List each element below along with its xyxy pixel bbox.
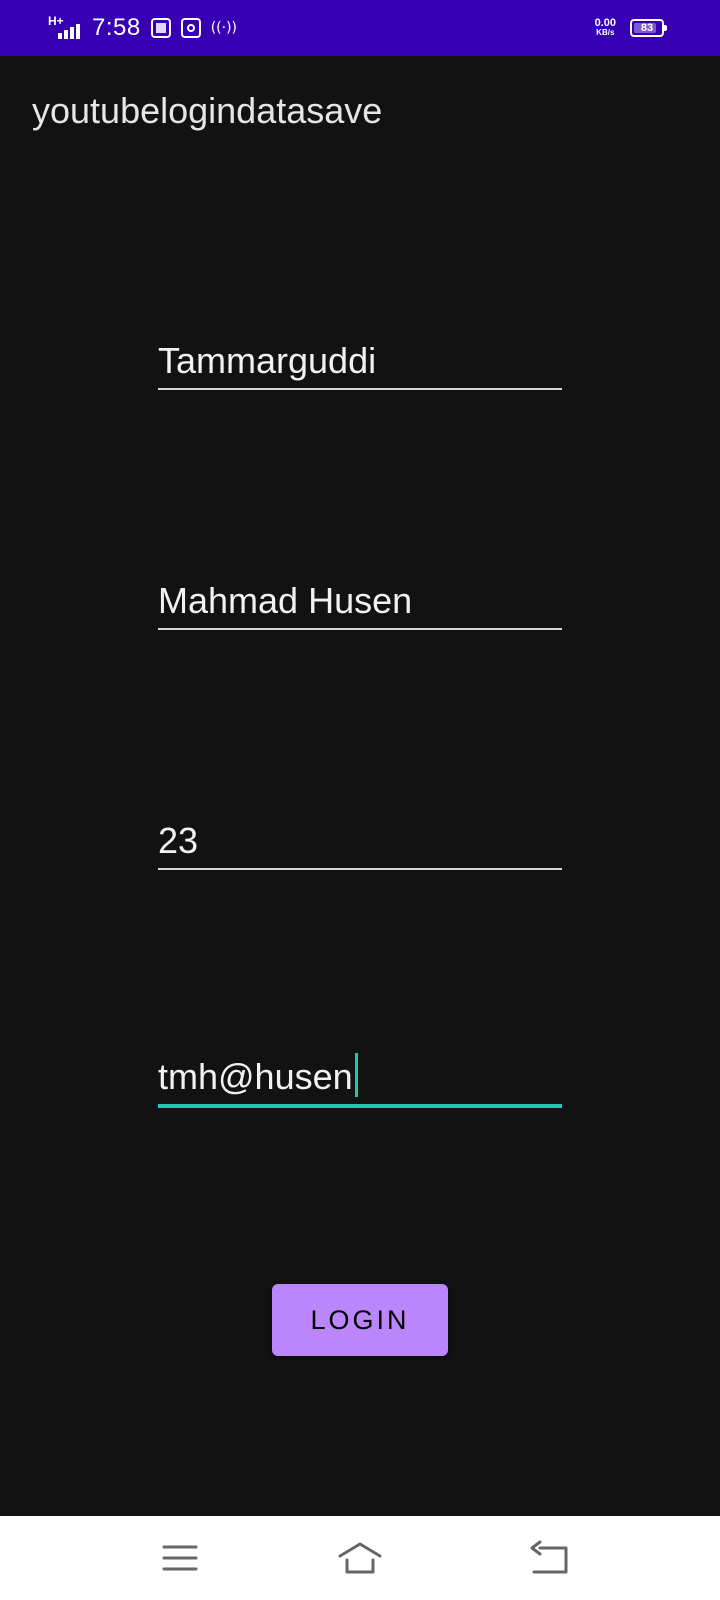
status-right: 0.00 KB/s 83 — [595, 12, 667, 44]
sim-notification-icon — [150, 18, 171, 38]
back-icon[interactable] — [528, 1536, 572, 1580]
last-name-field[interactable]: Mahmad Husen — [158, 574, 562, 630]
status-bar: H+ 7:58 ((·)) 0.00 KB/s 83 — [0, 0, 720, 56]
status-left: H+ 7:58 ((·)) — [48, 10, 237, 46]
age-field[interactable]: 23 — [158, 814, 562, 870]
first-name-field[interactable]: Tammarguddi — [158, 334, 562, 390]
battery-icon: 83 — [630, 19, 667, 37]
instagram-icon — [180, 18, 201, 38]
network-type: H+ — [48, 14, 64, 28]
login-button[interactable]: LOGIN — [272, 1284, 448, 1356]
email-value: tmh@husen — [158, 1056, 353, 1097]
navigation-bar — [0, 1516, 720, 1600]
battery-level: 83 — [640, 22, 654, 34]
signal-icon: H+ — [48, 15, 82, 41]
clock: 7:58 — [92, 14, 141, 41]
screen: H+ 7:58 ((·)) 0.00 KB/s 83 youtubelogind… — [0, 0, 720, 1600]
age-value: 23 — [158, 820, 199, 861]
app-title: youtubelogindatasave — [32, 90, 383, 131]
hotspot-icon: ((·)) — [210, 20, 238, 36]
network-speed: 0.00 KB/s — [595, 18, 616, 38]
email-field[interactable]: tmh@husen — [158, 1052, 562, 1108]
first-name-value: Tammarguddi — [158, 340, 377, 381]
speed-unit: KB/s — [596, 28, 615, 37]
menu-icon[interactable] — [158, 1536, 202, 1580]
last-name-value: Mahmad Husen — [158, 580, 413, 621]
speed-value: 0.00 — [594, 17, 616, 29]
text-cursor — [354, 1053, 358, 1097]
home-icon[interactable] — [338, 1536, 382, 1580]
email-value-wrap: tmh@husen — [158, 1053, 358, 1098]
